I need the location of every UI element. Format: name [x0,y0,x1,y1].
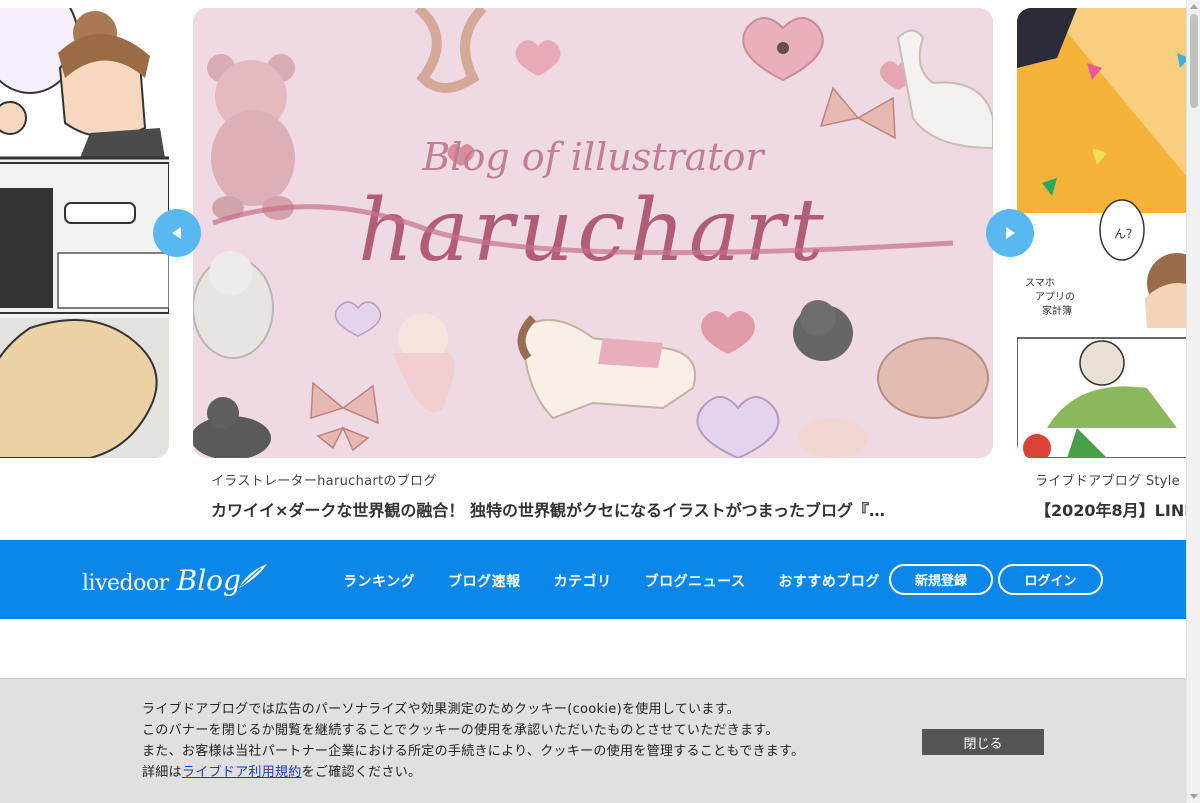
cookie-line-2: このバナーを閉じるか閲覧を継続することでクッキーの使用を承認いただいたものとさせ… [142,723,779,738]
nav-link-recommended[interactable]: おすすめブログ [778,571,880,591]
arrow-right-icon [1006,227,1015,239]
main-navbar: livedoor Blog ランキング ブログ速報 カテゴリ ブログニュース お… [0,540,1186,619]
handwriting-text: スマホ [1025,277,1055,289]
terms-link[interactable]: ライブドア利用規約 [182,765,302,780]
carousel-prev-button[interactable] [153,209,201,257]
nav-links: ランキング ブログ速報 カテゴリ ブログニュース おすすめブログ [343,571,913,591]
slide-right-title[interactable]: 【2020年8月】LINE [1035,497,1186,521]
cookie-line-3: また、お客様は当社パートナー企業における所定の手続きにより、クッキーの使用を管理… [142,744,805,759]
slide-main-subtitle: イラストレーターharuchartのブログ [211,474,437,489]
scrollbar-thumb[interactable] [1190,14,1198,108]
logo-word: livedoor [82,571,169,596]
cookie-line-4-suffix: をご確認ください。 [301,765,422,780]
slide-main-image[interactable]: Blog of illustrator haruchart [193,8,993,458]
nav-link-category[interactable]: カテゴリ [554,571,612,591]
page-scrollbar[interactable] [1186,0,1200,803]
speech-text: ん？ [1114,227,1138,241]
manga-illustration [0,8,169,458]
slide-main-caption[interactable]: イラストレーターharuchartのブログ カワイイ×ダークな世界観の融合！ 独… [211,470,931,521]
cookie-message: ライブドアブログでは広告のパーソナライズや効果測定のためクッキー(cookie)… [142,699,804,783]
slide-right-subtitle: ライブドアブログ Style [1035,474,1180,489]
livedoor-blog-logo[interactable]: livedoor Blog [82,562,269,597]
slide-main-title[interactable]: カワイイ×ダークな世界観の融合！ 独特の世界観がクセになるイラストがつまったブロ… [211,497,931,521]
cookie-close-button[interactable]: 閉じる [922,729,1044,755]
scroll-down-icon[interactable] [1187,789,1200,803]
haruchart-banner: Blog of illustrator haruchart [193,8,993,458]
feather-icon [238,564,267,588]
login-button[interactable]: ログイン [998,564,1103,595]
arrow-left-icon [172,227,181,239]
slide-left-image[interactable] [0,8,169,458]
carousel-next-button[interactable] [986,209,1034,257]
comic-illustration: ん？ スマホ アプリの 家計簿 [1017,8,1186,458]
banner-script-text: Blog of illustrator [421,135,766,179]
cookie-line-4: 詳細はライブドア利用規約をご確認ください。 [142,762,804,783]
scroll-up-icon[interactable] [1187,0,1200,14]
logo-blog: Blog [176,564,241,597]
register-button[interactable]: 新規登録 [889,564,993,595]
slide-right-caption[interactable]: ライブドアブログ Style 【2020年8月】LINE [1035,470,1186,521]
featured-carousel: Blog of illustrator haruchart ん？ スマホ アプリ… [0,0,1186,540]
svg-text:アプリの: アプリの [1035,291,1075,303]
nav-link-ranking[interactable]: ランキング [343,571,415,591]
svg-text:家計簿: 家計簿 [1042,304,1072,317]
nav-link-blog-news-flash[interactable]: ブログ速報 [448,571,521,591]
cookie-banner: ライブドアブログでは広告のパーソナライズや効果測定のためクッキー(cookie)… [0,678,1186,803]
nav-link-blog-news[interactable]: ブログニュース [645,571,746,591]
cookie-line-4-prefix: 詳細は [142,765,182,780]
cookie-line-1: ライブドアブログでは広告のパーソナライズや効果測定のためクッキー(cookie)… [142,702,740,717]
slide-right-image[interactable]: ん？ スマホ アプリの 家計簿 [1017,8,1186,458]
